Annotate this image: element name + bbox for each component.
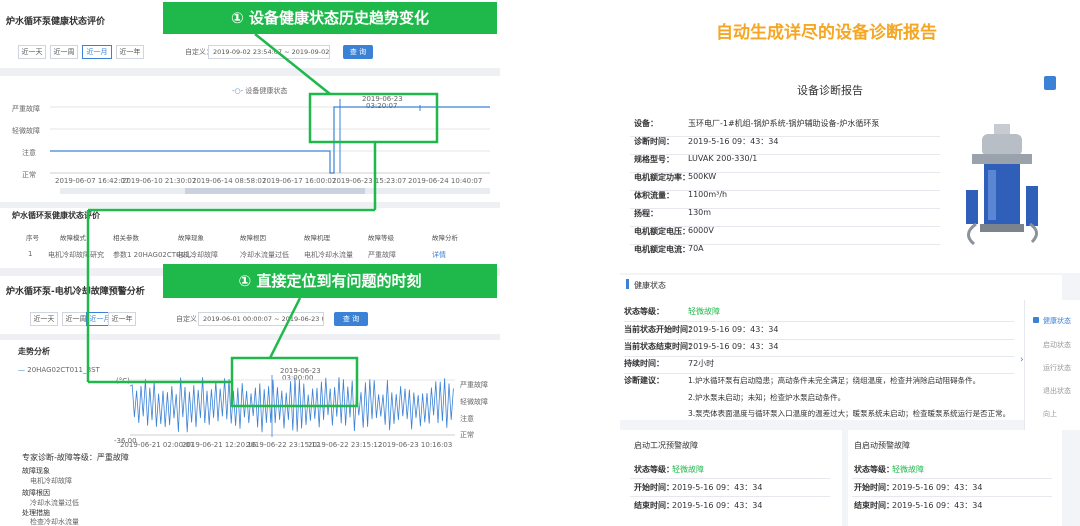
warn-label: 结束时间： <box>634 501 674 510</box>
suggestion: 3.泵壳体表面温度与循环泵入口温度的温差过大；暖泵系统未启动；检查暖泵系统运行是… <box>688 409 1011 418</box>
info-label: 诊断时间： <box>634 137 674 146</box>
health-value: 72小时 <box>688 359 715 368</box>
print-icon[interactable] <box>1044 76 1056 90</box>
info-value: 500KW <box>688 172 717 181</box>
warn-label: 结束时间： <box>854 501 894 510</box>
health-label: 当前状态开始时间： <box>624 325 696 334</box>
info-label: 电机额定电流： <box>634 245 690 254</box>
info-value: 玉环电厂-1#机组-锅炉系统-锅炉辅助设备-炉水循环泵 <box>688 119 880 128</box>
health-value: 1.炉水循环泵有启动隐患；高动条件未完全满足；绕组温度，检查并消除启动阻碍条件。 <box>688 376 981 385</box>
active-marker <box>1033 317 1039 323</box>
health-card: 健康状态 状态等级： 轻微故障 当前状态开始时间： 2019-5-16 09：4… <box>620 275 1062 420</box>
warn-label: 开始时间： <box>854 483 894 492</box>
pump-image <box>966 124 1038 246</box>
report-headline: 自动生成详尽的设备诊断报告 <box>716 23 937 43</box>
info-label: 规格型号： <box>634 155 674 164</box>
warn-label: 开始时间： <box>634 483 674 492</box>
report-title: 设备诊断报告 <box>797 84 863 97</box>
warn-card-autostart: 自启动预警故障 状态等级： 轻微故障 开始时间： 2019-5-16 09：43… <box>848 430 1062 526</box>
warn-value: 2019-5-16 09：43：34 <box>892 501 983 510</box>
warn-label: 状态等级： <box>634 465 674 474</box>
collapse-chevron-icon[interactable]: › <box>1020 355 1024 365</box>
report-side-nav: 健康状态 启动状态 运行状态 退出状态 向上 <box>1024 300 1080 430</box>
section-marker <box>626 279 629 289</box>
health-label: 诊断建议： <box>624 376 664 385</box>
info-label: 电机额定功率： <box>634 173 690 182</box>
warn-value: 轻微故障 <box>892 465 924 474</box>
health-value: 2019-5-16 09：43：34 <box>688 342 779 351</box>
info-label: 扬程： <box>634 209 658 218</box>
side-nav-running[interactable]: 运行状态 <box>1043 363 1071 373</box>
info-value: 70A <box>688 244 704 253</box>
warn-card-startup: 启动工况预警故障 状态等级： 轻微故障 开始时间： 2019-5-16 09：4… <box>620 430 842 526</box>
warn-value: 2019-5-16 09：43：34 <box>672 483 763 492</box>
warn-card-title: 自启动预警故障 <box>854 441 910 450</box>
suggestion: 2.炉水泵未启动；未知；检查炉水泵启动条件。 <box>688 393 846 402</box>
health-value: 2019-5-16 09：43：34 <box>688 325 779 334</box>
side-nav-up[interactable]: 向上 <box>1043 409 1057 419</box>
info-label: 设备： <box>634 119 658 128</box>
info-value: LUVAK 200-330/1 <box>688 154 758 163</box>
highlight-overlay <box>86 33 439 408</box>
side-nav-startup[interactable]: 启动状态 <box>1043 340 1071 350</box>
warn-value: 轻微故障 <box>672 465 704 474</box>
info-value: 6000V <box>688 226 714 235</box>
health-label: 状态等级： <box>624 307 664 316</box>
warn-card-title: 启动工况预警故障 <box>634 441 698 450</box>
info-value: 2019-5-16 09：43：34 <box>688 137 779 146</box>
report-info-card: 设备诊断报告 设备： 玉环电厂-1#机组-锅炉系统-锅炉辅助设备-炉水循环泵 诊… <box>620 58 1080 273</box>
info-label: 电机额定电压： <box>634 227 690 236</box>
info-value: 1100m³/h <box>688 190 728 199</box>
health-label: 当前状态结束时间： <box>624 342 696 351</box>
right-panel: 自动生成详尽的设备诊断报告 设备诊断报告 设备： 玉环电厂-1#机组-锅炉系统-… <box>600 0 1080 526</box>
health-title: 健康状态 <box>634 281 666 290</box>
warn-value: 2019-5-16 09：43：34 <box>892 483 983 492</box>
info-value: 130m <box>688 208 712 217</box>
info-label: 体积流量： <box>634 191 674 200</box>
side-nav-exit[interactable]: 退出状态 <box>1043 386 1071 396</box>
warn-label: 状态等级： <box>854 465 894 474</box>
warn-value: 2019-5-16 09：43：34 <box>672 501 763 510</box>
health-value: 轻微故障 <box>688 307 720 316</box>
diagnosis-report: 设备诊断报告 设备： 玉环电厂-1#机组-锅炉系统-锅炉辅助设备-炉水循环泵 诊… <box>620 58 1080 526</box>
health-label: 持续时间： <box>624 359 664 368</box>
side-nav-health[interactable]: 健康状态 <box>1043 316 1071 326</box>
